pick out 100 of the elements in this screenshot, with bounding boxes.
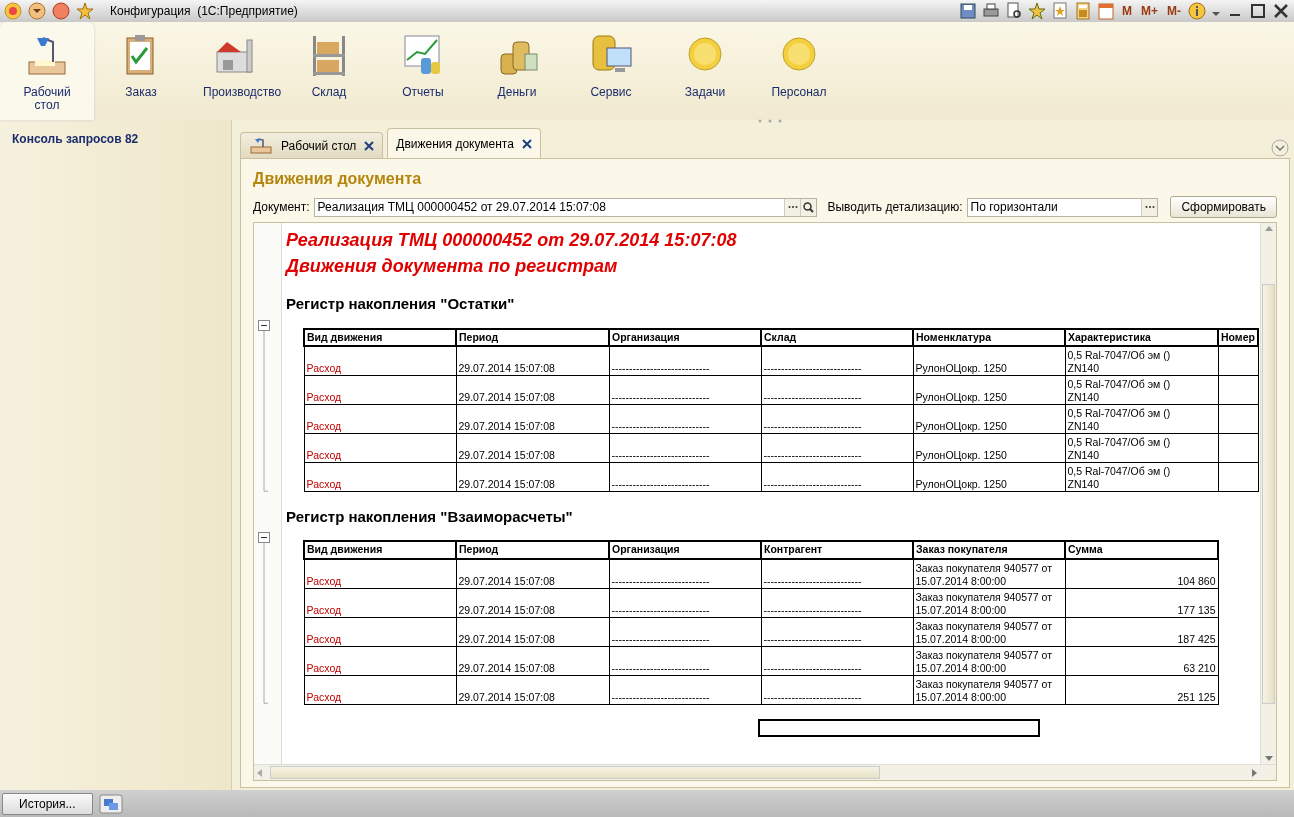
table-cell: Расход (304, 462, 456, 492)
table-cell: ---------------------------- (609, 559, 761, 588)
table-cell: РулонОЦокр. 1250 (913, 462, 1065, 492)
table-cell: 29.07.2014 15:07:08 (456, 646, 609, 675)
collapse-group-icon[interactable] (258, 319, 270, 492)
table-cell: Расход (304, 675, 456, 704)
generate-button[interactable]: Сформировать (1170, 196, 1277, 218)
section-item[interactable]: Деньги (470, 22, 564, 120)
section-item[interactable]: Рабочий стол (0, 22, 94, 120)
detail-input[interactable]: По горизонтали (967, 198, 1142, 216)
desk-icon (249, 136, 273, 155)
table-cell: 29.07.2014 15:07:08 (456, 588, 609, 617)
table-cell: ---------------------------- (761, 433, 913, 463)
table-cell: 29.07.2014 15:07:08 (456, 375, 609, 405)
column-header: Характеристика (1065, 328, 1218, 347)
table-cell: Заказ покупателя 940577 от 15.07.2014 8:00:00 (913, 675, 1065, 704)
table-cell: Расход (304, 404, 456, 434)
info-icon[interactable] (1188, 2, 1206, 20)
panel-link[interactable]: Консоль запросов 82 (12, 130, 219, 148)
section-item[interactable]: Задачи (658, 22, 752, 120)
table-cell: ---------------------------- (609, 375, 761, 405)
search-icon[interactable] (800, 198, 817, 216)
table-cell: Заказ покупателя 940577 от 15.07.2014 8:00:00 (913, 559, 1065, 588)
ellipsis-icon[interactable] (784, 198, 801, 216)
preview-icon[interactable] (1005, 2, 1023, 20)
table-cell: 29.07.2014 15:07:08 (456, 433, 609, 463)
window-title: Конфигурация (1С:Предприятие) (110, 3, 298, 20)
memory-button[interactable]: M+ (1139, 2, 1160, 20)
table-cell: ---------------------------- (761, 346, 913, 376)
scroll-thumb[interactable] (270, 766, 880, 779)
table-cell: 177 135 (1065, 588, 1218, 617)
table-cell: Расход (304, 346, 456, 376)
table-cell: РулонОЦокр. 1250 (913, 375, 1065, 405)
table-cell: ---------------------------- (609, 646, 761, 675)
section-item[interactable]: Сервис (564, 22, 658, 120)
grip-icon[interactable] (757, 118, 783, 124)
table-cell: ---------------------------- (609, 346, 761, 376)
star-icon[interactable] (1028, 2, 1046, 20)
column-header: Организация (609, 541, 761, 559)
scroll-thumb[interactable] (1262, 283, 1275, 704)
history-button[interactable]: История... (2, 792, 93, 815)
dropdown-icon[interactable] (28, 2, 46, 20)
table-cell: Заказ покупателя 940577 от 15.07.2014 8:00:00 (913, 617, 1065, 646)
section-item[interactable]: Заказ (94, 22, 188, 120)
close-icon[interactable] (1272, 2, 1290, 20)
column-header: Номенклатура (913, 328, 1065, 347)
table-cell: 29.07.2014 15:07:08 (456, 617, 609, 646)
field-label: Выводить детализацию: (827, 199, 963, 216)
document-field[interactable]: Реализация ТМЦ 000000452 от 29.07.2014 15:07:08 (313, 197, 818, 217)
detail-field[interactable]: По горизонтали (966, 197, 1159, 217)
section-item[interactable]: Склад (282, 22, 376, 120)
table-cell: ---------------------------- (761, 404, 913, 434)
table-cell: Заказ покупателя 940577 от 15.07.2014 8:00:00 (913, 588, 1065, 617)
document-input[interactable]: Реализация ТМЦ 000000452 от 29.07.2014 15:07:08 (314, 198, 785, 216)
table-cell: ---------------------------- (761, 617, 913, 646)
table-cell: ---------------------------- (761, 559, 913, 588)
column-header: Контрагент (761, 541, 913, 559)
calendar-icon[interactable] (1097, 2, 1115, 20)
bookmark-icon[interactable] (1051, 2, 1069, 20)
circle-icon[interactable] (52, 2, 70, 20)
table-cell: 29.07.2014 15:07:08 (456, 462, 609, 492)
table-cell: ---------------------------- (761, 588, 913, 617)
table-cell: 187 425 (1065, 617, 1218, 646)
column-header: Вид движения (304, 541, 456, 559)
table-cell: Расход (304, 588, 456, 617)
table-cell: 104 860 (1065, 559, 1218, 588)
table-cell: 0,5 Ral-7047/Об эм () ZN140 (1065, 462, 1218, 492)
table-cell: 0,5 Ral-7047/Об эм () ZN140 (1065, 346, 1218, 376)
table-cell: Расход (304, 375, 456, 405)
windows-icon[interactable] (98, 793, 123, 814)
collapse-group-icon[interactable] (258, 532, 270, 705)
maximize-icon[interactable] (1249, 2, 1267, 20)
section-item[interactable]: Отчеты (376, 22, 470, 120)
table-cell: РулонОЦокр. 1250 (913, 404, 1065, 434)
section-item[interactable]: Персонал (752, 22, 846, 120)
table-cell: ---------------------------- (609, 588, 761, 617)
table-cell: 63 210 (1065, 646, 1218, 675)
table-cell: Расход (304, 646, 456, 675)
memory-button[interactable]: M (1120, 2, 1134, 20)
calculator-icon[interactable] (1074, 2, 1092, 20)
column-header: Период (456, 541, 609, 559)
tab[interactable]: Рабочий стол (240, 132, 384, 158)
logo-icon[interactable] (4, 2, 22, 20)
table-cell: 29.07.2014 15:07:08 (456, 346, 609, 376)
memory-button[interactable]: M- (1165, 2, 1183, 20)
form-title: Движения документа (253, 169, 423, 189)
table-cell: РулонОЦокр. 1250 (913, 433, 1065, 463)
section-item[interactable]: Производство (188, 22, 282, 120)
column-header: Номер (1218, 328, 1258, 347)
tab[interactable]: Движения документа (387, 128, 541, 158)
save-icon[interactable] (959, 2, 977, 20)
table-cell: Расход (304, 559, 456, 588)
table-cell: РулонОЦокр. 1250 (913, 346, 1065, 376)
ellipsis-icon[interactable] (1141, 198, 1158, 216)
table-cell: ---------------------------- (761, 375, 913, 405)
table-cell: 29.07.2014 15:07:08 (456, 404, 609, 434)
table-cell: ---------------------------- (761, 646, 913, 675)
column-header: Вид движения (304, 328, 456, 347)
star-icon[interactable] (76, 2, 94, 20)
print-icon[interactable] (982, 2, 1000, 20)
